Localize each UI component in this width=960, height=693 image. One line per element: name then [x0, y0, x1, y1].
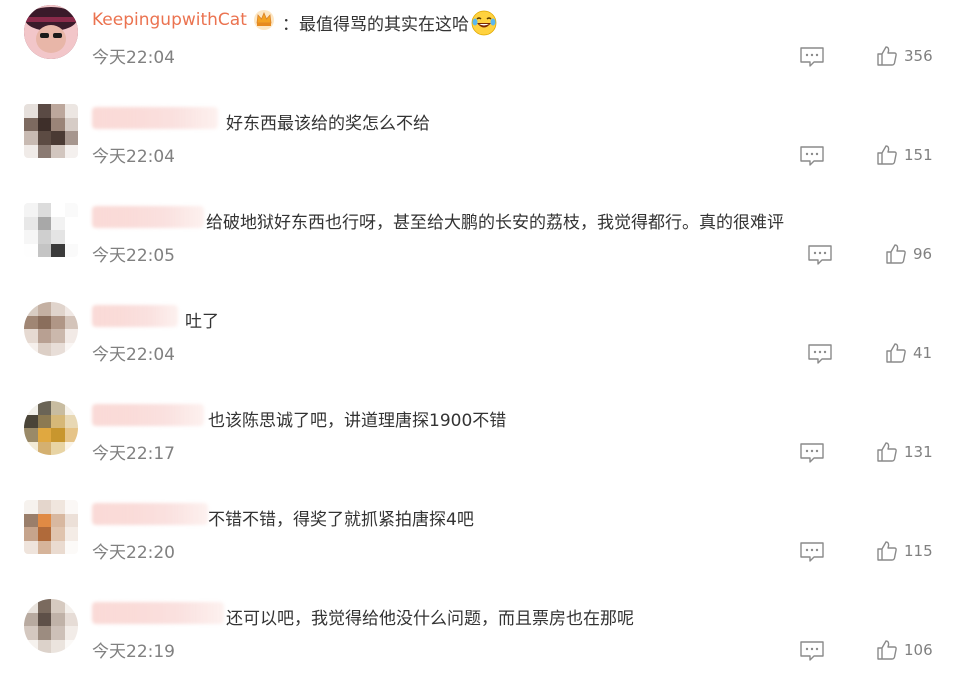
- comment-item: 也该陈思诚了吧，讲道理唐探1900不错 今天22:17 131: [0, 396, 960, 495]
- thumbs-up-icon: [877, 46, 897, 66]
- comment-text: 不错不错，得奖了就抓紧拍唐探4吧: [208, 510, 474, 530]
- username[interactable]: KeepingupwithCat: [92, 10, 247, 30]
- avatar[interactable]: [24, 500, 78, 554]
- comment-item: 还可以吧，我觉得给他没什么问题，而且票房也在那呢 今天22:19 106: [0, 594, 960, 693]
- thumbs-up-icon: [877, 145, 897, 165]
- comment-time: 今天22:17: [92, 444, 175, 464]
- comment-text: ：最值得骂的其实在这哈: [282, 10, 497, 36]
- thumbs-up-icon: [877, 541, 897, 561]
- username-blurred[interactable]: [92, 305, 178, 327]
- like-button[interactable]: 41: [884, 341, 932, 365]
- username-blurred[interactable]: [92, 404, 204, 426]
- like-count: 96: [913, 245, 933, 263]
- comment-text-content: ：最值得骂的其实在这哈: [282, 15, 469, 35]
- like-count: 151: [904, 146, 933, 164]
- comment-icon[interactable]: [799, 45, 825, 69]
- comment-text: 给破地狱好东西也行呀，甚至给大鹏的长安的荔枝，我觉得都行。真的很难评: [206, 213, 784, 233]
- like-count: 106: [904, 641, 933, 659]
- thumbs-up-icon: [877, 640, 897, 660]
- avatar[interactable]: [24, 5, 78, 59]
- comment-time: 今天22:04: [92, 147, 175, 167]
- avatar[interactable]: [24, 104, 78, 158]
- comment-item: 不错不错，得奖了就抓紧拍唐探4吧 今天22:20 115: [0, 495, 960, 594]
- comment-time: 今天22:05: [92, 246, 175, 266]
- like-button[interactable]: 151: [875, 143, 933, 167]
- laughing-tears-emoji-icon: [471, 10, 497, 36]
- thumbs-up-icon: [886, 343, 906, 363]
- comment-icon[interactable]: [807, 243, 833, 267]
- comment-text: 也该陈思诚了吧，讲道理唐探1900不错: [208, 411, 507, 431]
- comment-time: 今天22:04: [92, 48, 175, 68]
- comment-text: 吐了: [185, 312, 219, 332]
- username-blurred[interactable]: [92, 602, 224, 624]
- crown-badge-icon: [252, 7, 276, 31]
- like-button[interactable]: 131: [875, 440, 933, 464]
- avatar[interactable]: [24, 203, 78, 257]
- comment-text: 还可以吧，我觉得给他没什么问题，而且票房也在那呢: [226, 609, 634, 629]
- avatar[interactable]: [24, 302, 78, 356]
- comment-text: 好东西最该给的奖怎么不给: [226, 114, 430, 134]
- comment-icon[interactable]: [799, 144, 825, 168]
- like-count: 115: [904, 542, 933, 560]
- comment-time: 今天22:20: [92, 543, 175, 563]
- comment-item: 好东西最该给的奖怎么不给 今天22:04 151: [0, 99, 960, 198]
- username-blurred[interactable]: [92, 503, 208, 525]
- comment-icon[interactable]: [807, 342, 833, 366]
- comment-item: 给破地狱好东西也行呀，甚至给大鹏的长安的荔枝，我觉得都行。真的很难评 今天22:…: [0, 198, 960, 297]
- username-blurred[interactable]: [92, 206, 204, 228]
- like-count: 356: [904, 47, 933, 65]
- like-button[interactable]: 106: [875, 638, 933, 662]
- comment-item: 吐了 今天22:04 41: [0, 297, 960, 396]
- comment-time: 今天22:19: [92, 642, 175, 662]
- comment-item: KeepingupwithCat ：最值得骂的其实在这哈 今天22:04 356: [0, 0, 960, 99]
- thumbs-up-icon: [886, 244, 906, 264]
- username-blurred[interactable]: [92, 107, 218, 129]
- comment-icon[interactable]: [799, 441, 825, 465]
- thumbs-up-icon: [877, 442, 897, 462]
- like-count: 41: [913, 344, 933, 362]
- comment-icon[interactable]: [799, 639, 825, 663]
- avatar[interactable]: [24, 599, 78, 653]
- comment-time: 今天22:04: [92, 345, 175, 365]
- comment-icon[interactable]: [799, 540, 825, 564]
- avatar[interactable]: [24, 401, 78, 455]
- like-count: 131: [904, 443, 933, 461]
- like-button[interactable]: 356: [875, 44, 933, 68]
- like-button[interactable]: 96: [884, 242, 932, 266]
- like-button[interactable]: 115: [875, 539, 933, 563]
